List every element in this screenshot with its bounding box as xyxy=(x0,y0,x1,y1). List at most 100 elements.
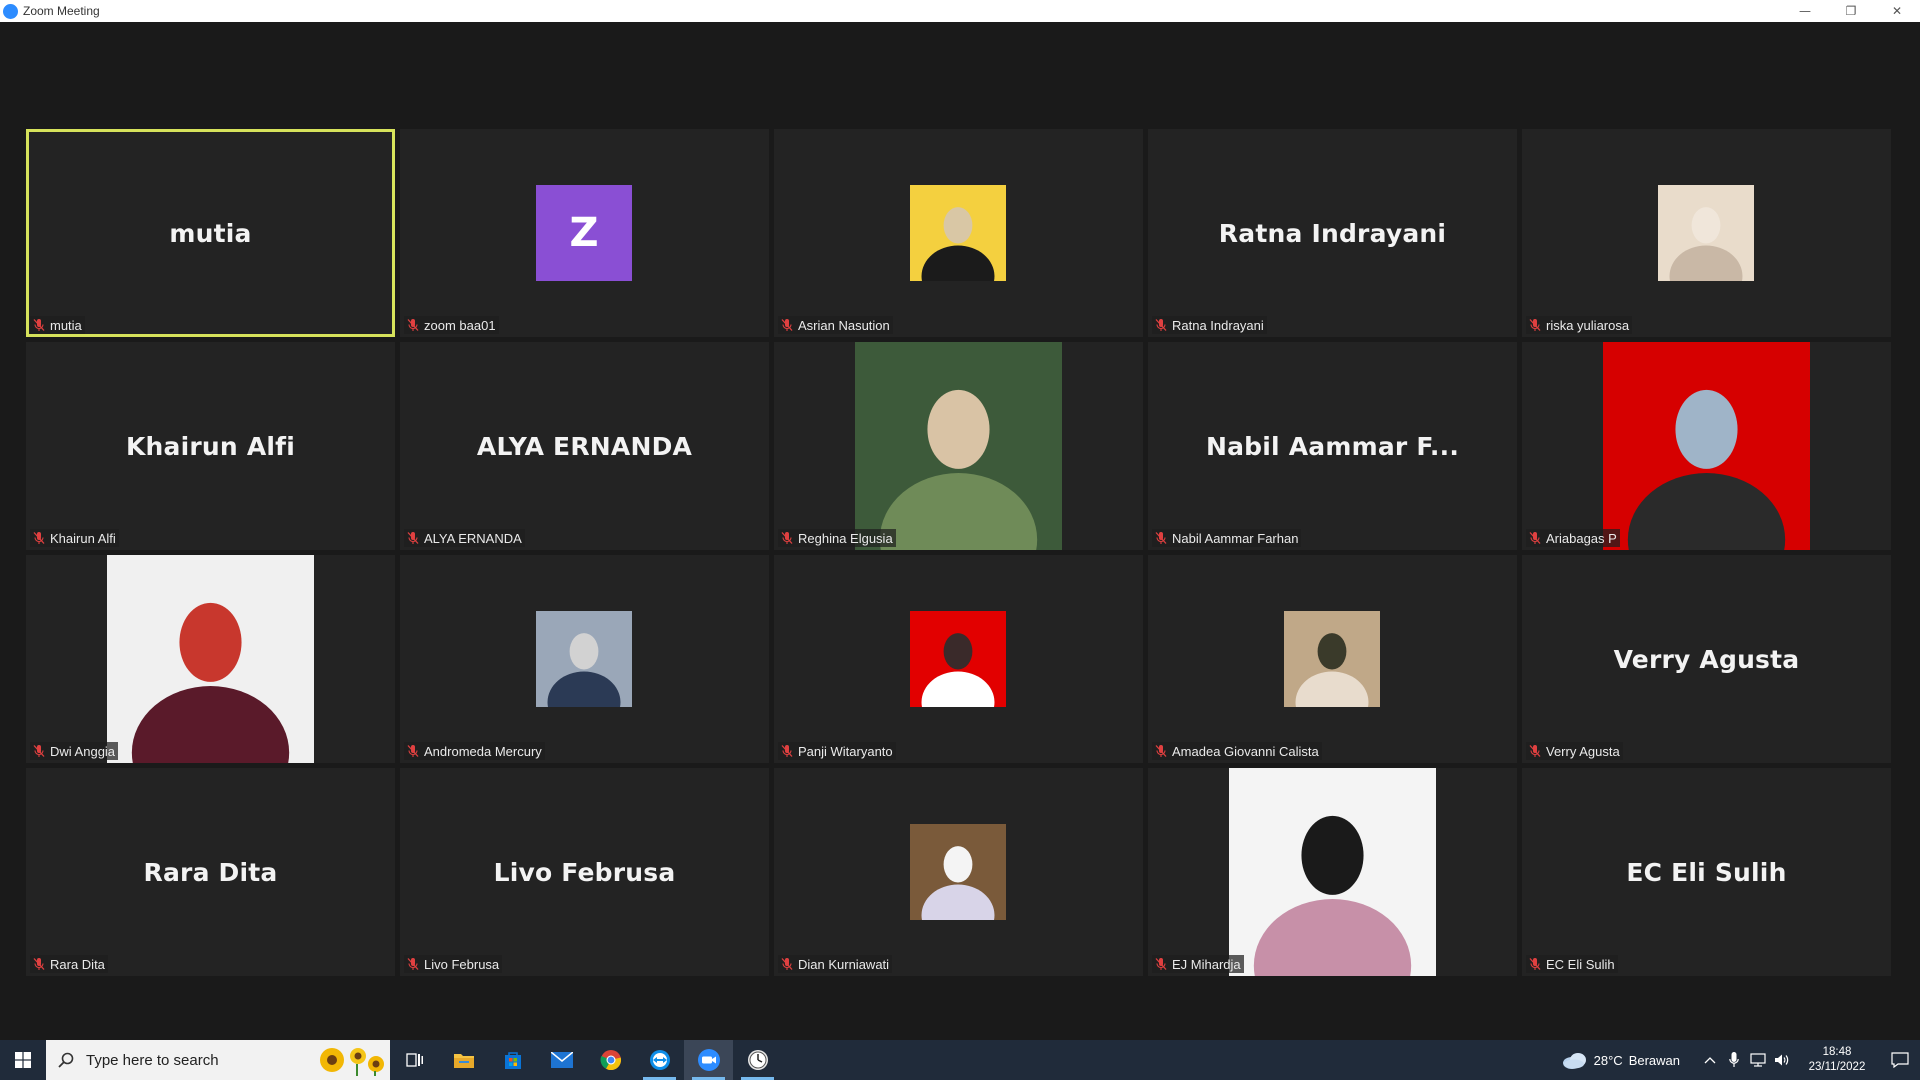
muted-mic-icon xyxy=(1528,531,1542,545)
cloud-icon xyxy=(1562,1053,1586,1069)
participant-display-name: ALYA ERNANDA xyxy=(476,431,693,461)
chevron-up-icon[interactable] xyxy=(1698,1056,1722,1064)
zoom-icon[interactable] xyxy=(684,1040,733,1080)
clock-date: 23/11/2022 xyxy=(1808,1061,1866,1073)
muted-mic-icon xyxy=(780,744,794,758)
participant-name-label: riska yuliarosa xyxy=(1526,316,1633,334)
participant-name: Ratna Indrayani xyxy=(1172,317,1264,333)
participant-name: Verry Agusta xyxy=(1546,743,1620,759)
participant-tile[interactable]: Dwi Anggia xyxy=(26,555,395,763)
windows-logo-icon xyxy=(15,1052,31,1068)
muted-mic-icon xyxy=(780,318,794,332)
microphone-icon[interactable] xyxy=(1722,1052,1746,1068)
participant-name-label: Khairun Alfi xyxy=(30,529,119,547)
participant-name-label: Dwi Anggia xyxy=(30,742,119,760)
mail-icon[interactable] xyxy=(537,1040,586,1080)
participant-tile[interactable]: EJ Mihardja xyxy=(1148,768,1517,976)
participant-name-label: EC Eli Sulih xyxy=(1526,955,1618,973)
participant-name: Khairun Alfi xyxy=(50,530,116,546)
participant-name: Andromeda Mercury xyxy=(424,743,542,759)
profile-photo xyxy=(1229,768,1436,976)
muted-mic-icon xyxy=(406,531,420,545)
participant-tile[interactable]: Nabil Aammar F... Nabil Aammar Farhan xyxy=(1148,342,1517,550)
muted-mic-icon xyxy=(1528,318,1542,332)
profile-photo xyxy=(910,824,1006,920)
close-icon[interactable]: ✕ xyxy=(1874,0,1920,22)
participant-display-name: mutia xyxy=(169,218,252,248)
network-icon[interactable] xyxy=(1746,1053,1770,1067)
participant-display-name: Ratna Indrayani xyxy=(1218,218,1447,248)
chrome-icon[interactable] xyxy=(586,1040,635,1080)
participant-name: EJ Mihardja xyxy=(1172,956,1241,972)
participant-name: Asrian Nasution xyxy=(798,317,890,333)
participant-tile[interactable]: Andromeda Mercury xyxy=(400,555,769,763)
muted-mic-icon xyxy=(32,531,46,545)
participant-tile[interactable]: ALYA ERNANDA ALYA ERNANDA xyxy=(400,342,769,550)
task-view-icon[interactable] xyxy=(390,1040,439,1080)
participant-name-label: Asrian Nasution xyxy=(778,316,893,334)
participant-name: Amadea Giovanni Calista xyxy=(1172,743,1319,759)
profile-photo xyxy=(910,185,1006,281)
search-placeholder: Type here to search xyxy=(86,1051,219,1069)
muted-mic-icon xyxy=(1154,957,1168,971)
participant-tile[interactable]: Reghina Elgusia xyxy=(774,342,1143,550)
participant-name-label: Dian Kurniawati xyxy=(778,955,893,973)
participant-name-label: Amadea Giovanni Calista xyxy=(1152,742,1322,760)
participant-tile[interactable]: EC Eli Sulih EC Eli Sulih xyxy=(1522,768,1891,976)
minimize-icon[interactable]: — xyxy=(1782,0,1828,22)
participant-tile[interactable]: Ratna Indrayani Ratna Indrayani xyxy=(1148,129,1517,337)
participant-name: Panji Witaryanto xyxy=(798,743,893,759)
volume-icon[interactable] xyxy=(1770,1053,1794,1067)
participant-tile[interactable]: Verry Agusta Verry Agusta xyxy=(1522,555,1891,763)
participant-tile[interactable]: Zzoom baa01 xyxy=(400,129,769,337)
teamviewer-icon[interactable] xyxy=(635,1040,684,1080)
muted-mic-icon xyxy=(1528,744,1542,758)
participant-display-name: Verry Agusta xyxy=(1613,644,1800,674)
muted-mic-icon xyxy=(406,318,420,332)
muted-mic-icon xyxy=(1154,744,1168,758)
participant-tile[interactable]: riska yuliarosa xyxy=(1522,129,1891,337)
file-explorer-icon[interactable] xyxy=(439,1040,488,1080)
participant-name-label: zoom baa01 xyxy=(404,316,499,334)
muted-mic-icon xyxy=(406,744,420,758)
search-icon xyxy=(58,1052,74,1068)
taskbar-search-box[interactable]: Type here to search xyxy=(46,1040,390,1080)
participant-tile[interactable]: Khairun Alfi Khairun Alfi xyxy=(26,342,395,550)
system-tray: 28°C Berawan 18:48 23/11/2022 xyxy=(1562,1040,1920,1080)
participant-name: mutia xyxy=(50,317,82,333)
muted-mic-icon xyxy=(32,744,46,758)
profile-photo xyxy=(107,555,314,763)
taskbar-clock[interactable]: 18:48 23/11/2022 xyxy=(1800,1045,1874,1075)
participant-tile[interactable]: Dian Kurniawati xyxy=(774,768,1143,976)
participant-name-label: Ariabagas P xyxy=(1526,529,1620,547)
participant-name-label: Panji Witaryanto xyxy=(778,742,896,760)
participant-tile[interactable]: Livo Februsa Livo Februsa xyxy=(400,768,769,976)
participant-tile[interactable]: Panji Witaryanto xyxy=(774,555,1143,763)
participant-name-label: Reghina Elgusia xyxy=(778,529,896,547)
muted-mic-icon xyxy=(1154,318,1168,332)
muted-mic-icon xyxy=(32,318,46,332)
profile-photo xyxy=(1284,611,1380,707)
participant-name-label: EJ Mihardja xyxy=(1152,955,1244,973)
participant-name: Ariabagas P xyxy=(1546,530,1617,546)
restore-icon[interactable]: ❐ xyxy=(1828,0,1874,22)
profile-photo xyxy=(1658,185,1754,281)
participant-name-label: ALYA ERNANDA xyxy=(404,529,525,547)
notification-center-icon[interactable] xyxy=(1880,1052,1920,1068)
muted-mic-icon xyxy=(406,957,420,971)
weather-temp: 28°C xyxy=(1593,1052,1623,1068)
avatar-initial: Z xyxy=(536,185,632,281)
windows-taskbar: Type here to search 28°C Berawan 18:48 2… xyxy=(0,1040,1920,1080)
clock-app-icon[interactable] xyxy=(733,1040,782,1080)
participant-tile[interactable]: Rara Dita Rara Dita xyxy=(26,768,395,976)
weather-widget[interactable]: 28°C Berawan xyxy=(1562,1051,1680,1069)
start-button[interactable] xyxy=(0,1040,46,1080)
participant-tile[interactable]: Asrian Nasution xyxy=(774,129,1143,337)
participant-tile[interactable]: Ariabagas P xyxy=(1522,342,1891,550)
participant-tile[interactable]: Amadea Giovanni Calista xyxy=(1148,555,1517,763)
store-icon[interactable] xyxy=(488,1040,537,1080)
participant-name-label: mutia xyxy=(30,316,85,334)
window-title: Zoom Meeting xyxy=(23,4,100,18)
participant-tile[interactable]: mutia mutia xyxy=(26,129,395,337)
participant-name-label: Verry Agusta xyxy=(1526,742,1623,760)
